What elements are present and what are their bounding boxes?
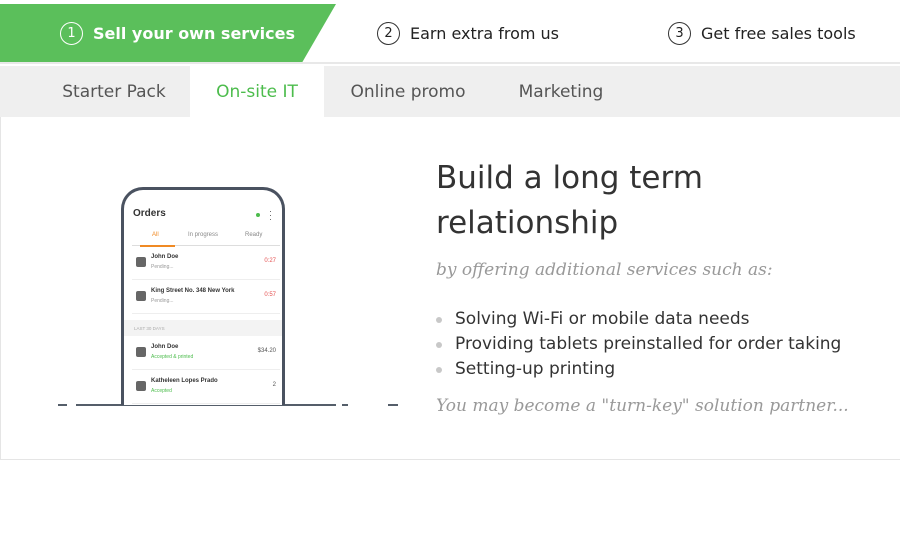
bullet-text: Providing tablets preinstalled for order… <box>455 334 842 354</box>
order-name: John Doe <box>151 344 179 350</box>
bullet-dot-icon <box>436 341 442 348</box>
content-closing: You may become a "turn-key" solution par… <box>436 396 849 416</box>
phone-illustration: Orders · · · All In progress Ready John Do… <box>121 187 285 405</box>
step-2-number: 2 <box>377 21 400 45</box>
step-3[interactable]: 3 Get free sales tools <box>668 4 856 62</box>
order-status: Pending... <box>151 298 174 304</box>
order-guests: 2 <box>272 382 276 388</box>
restaurant-icon <box>136 347 146 357</box>
order-row: John Doe Pending... 0:27 <box>132 250 280 280</box>
ground-line-segment <box>342 404 348 406</box>
phone-section-label: LAST 30 DAYS <box>124 320 282 336</box>
bullet-text: Setting-up printing <box>455 359 616 379</box>
table-icon <box>136 381 146 391</box>
order-name: John Doe <box>151 254 179 260</box>
order-row: John Doe Accepted & printed $34.20 <box>132 340 280 370</box>
status-dot-icon <box>256 213 260 217</box>
tab-starter-pack[interactable]: Starter Pack <box>38 66 190 117</box>
step-2-label: Earn extra from us <box>410 23 560 43</box>
order-timer: 0:27 <box>264 258 276 264</box>
steps-bar: 1 Sell your own services 2 Earn extra fr… <box>0 0 900 64</box>
services-list-item: Providing tablets preinstalled for order… <box>436 332 841 357</box>
more-vertical-icon: · · · <box>269 206 272 224</box>
bullet-dot-icon <box>436 366 442 373</box>
tab-marketing[interactable]: Marketing <box>492 66 630 117</box>
phone-tab-ready: Ready <box>245 232 263 238</box>
services-list: Solving Wi-Fi or mobile data needs Provi… <box>436 307 841 382</box>
step-2[interactable]: 2 Earn extra from us <box>377 4 559 62</box>
step-1[interactable]: 1 Sell your own services <box>60 4 295 62</box>
step-3-number: 3 <box>668 21 691 45</box>
tab-on-site-it[interactable]: On-site IT <box>190 66 324 117</box>
order-amount: $34.20 <box>257 348 276 354</box>
bullet-dot-icon <box>436 316 442 323</box>
service-tabs: Starter Pack On-site IT Online promo Mar… <box>0 66 900 117</box>
phone-tab-indicator <box>140 245 175 247</box>
step-3-label: Get free sales tools <box>701 23 856 43</box>
bullet-text: Solving Wi-Fi or mobile data needs <box>455 309 750 329</box>
order-name: King Street No. 348 New York <box>151 288 235 294</box>
phone-tab-in-progress: In progress <box>188 232 219 238</box>
order-timer: 0:57 <box>264 292 276 298</box>
phone-tab-all: All <box>152 232 159 238</box>
phone-title: Orders <box>133 208 166 219</box>
delivery-icon <box>136 291 146 301</box>
services-list-item: Setting-up printing <box>436 357 841 382</box>
order-row: King Street No. 348 New York Pending... … <box>132 284 280 314</box>
tab-online-promo[interactable]: Online promo <box>324 66 492 117</box>
ground-line-segment <box>58 404 67 406</box>
step-1-label: Sell your own services <box>93 23 295 43</box>
ground-line-segment <box>388 404 398 406</box>
content-lead: by offering additional services such as: <box>436 260 773 280</box>
order-status: Pending... <box>151 264 174 270</box>
order-status: Accepted <box>151 388 172 394</box>
phone-tabs: All In progress Ready <box>132 228 280 247</box>
content-headline: Build a long term relationship <box>436 160 703 241</box>
step-1-number: 1 <box>60 21 83 45</box>
order-status: Accepted & printed <box>151 354 194 360</box>
services-list-item: Solving Wi-Fi or mobile data needs <box>436 307 841 332</box>
order-row: Katheleen Lopes Prado Accepted 2 <box>132 374 280 404</box>
order-name: Katheleen Lopes Prado <box>151 378 218 384</box>
restaurant-icon <box>136 257 146 267</box>
